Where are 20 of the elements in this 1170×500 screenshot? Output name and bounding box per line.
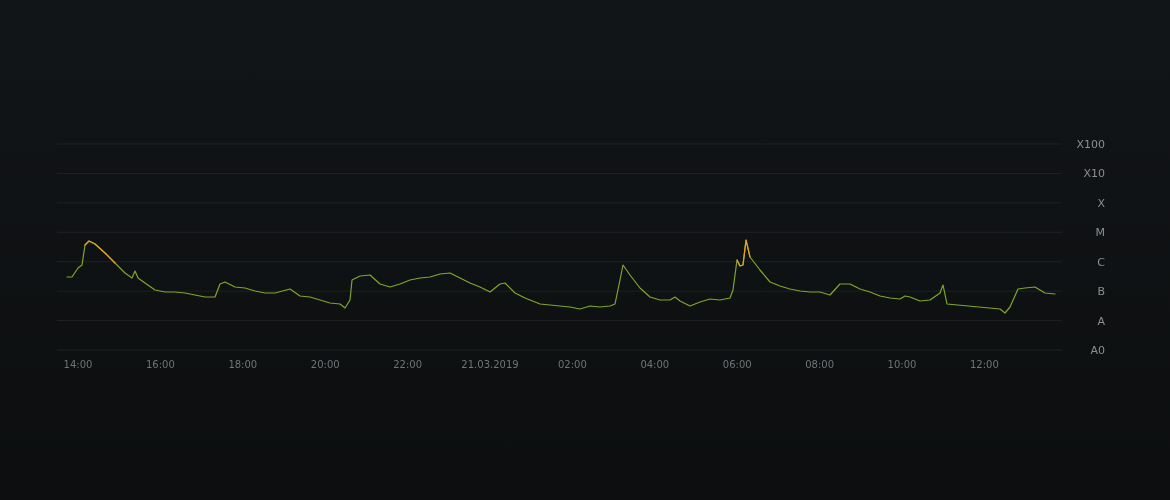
x-axis-label: 16:00	[146, 359, 175, 370]
y-axis-label: X100	[1076, 138, 1105, 151]
x-axis-label: 04:00	[640, 359, 670, 370]
x-axis-label: 08:00	[805, 359, 834, 370]
y-axis-label: A0	[1090, 344, 1105, 357]
y-axis-label: B	[1097, 285, 1105, 299]
y-axis-label: A	[1097, 314, 1105, 328]
y-axis-label: M	[1095, 226, 1105, 240]
x-axis-label: 02:00	[558, 359, 587, 370]
x-axis-label: 21.03.2019	[461, 359, 519, 370]
y-axis-label: X	[1097, 196, 1105, 210]
x-axis-label: 18:00	[228, 359, 258, 370]
y-axis-label: X10	[1083, 167, 1105, 181]
x-axis-label: 14:00	[63, 359, 93, 370]
x-axis-label: 22:00	[393, 359, 422, 370]
y-axis-label: C	[1097, 255, 1105, 269]
x-axis-label: 20:00	[310, 359, 340, 370]
x-axis-label: 12:00	[970, 359, 999, 370]
x-axis-label: 06:00	[722, 359, 752, 370]
x-axis-label: 10:00	[887, 359, 917, 370]
